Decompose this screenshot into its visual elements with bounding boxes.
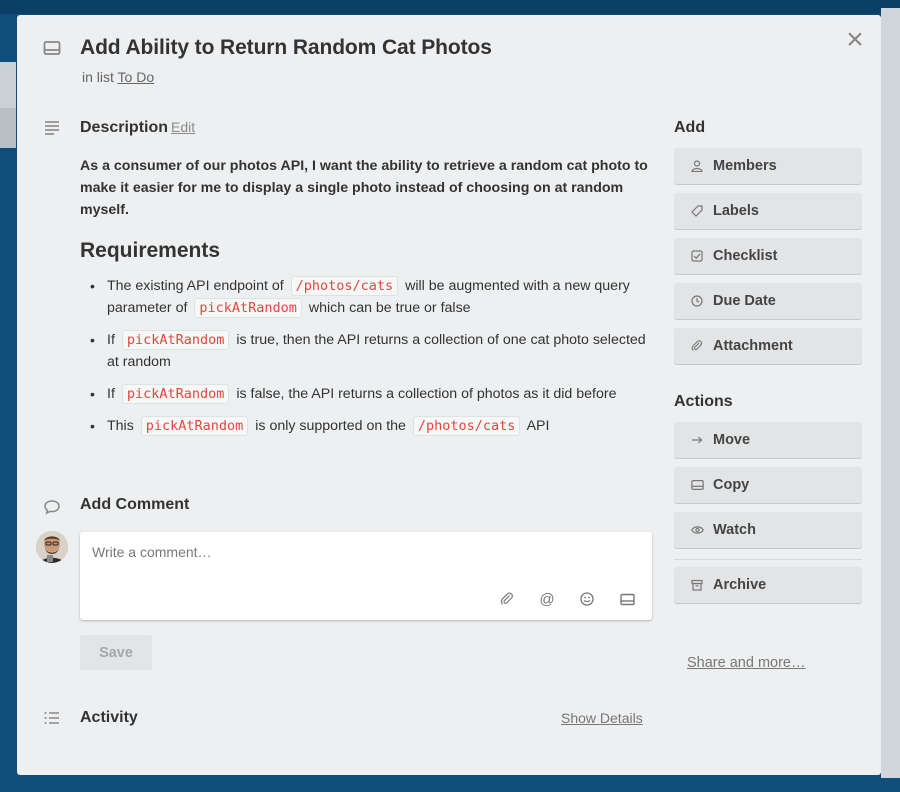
requirement-item: If pickAtRandom is true, then the API re… xyxy=(80,329,660,373)
card-detail-modal: × Add Ability to Return Random Cat Photo… xyxy=(17,15,881,775)
comment-box: @ xyxy=(80,532,652,620)
labels-label: Labels xyxy=(713,203,759,219)
req-text: which can be true or false xyxy=(308,300,471,316)
paperclip-icon[interactable] xyxy=(498,590,516,608)
card-title[interactable]: Add Ability to Return Random Cat Photos xyxy=(80,36,492,60)
comment-tools: @ xyxy=(498,590,636,608)
clock-icon xyxy=(690,294,704,308)
members-button[interactable]: Members xyxy=(674,148,862,184)
eye-icon xyxy=(690,523,704,537)
save-comment-button[interactable]: Save xyxy=(80,635,152,670)
move-button[interactable]: Move xyxy=(674,422,862,458)
add-heading: Add xyxy=(674,119,706,136)
sidebar-divider xyxy=(674,559,862,560)
share-and-more-link[interactable]: Share and more… xyxy=(687,655,805,671)
watch-label: Watch xyxy=(713,522,756,538)
activity-icon xyxy=(44,712,59,724)
req-text: API xyxy=(526,418,550,434)
req-text: This xyxy=(107,418,134,434)
description-icon xyxy=(45,121,59,135)
req-text: If xyxy=(107,386,115,402)
code-snippet: pickAtRandom xyxy=(121,330,230,350)
checkbox-icon xyxy=(690,249,704,263)
checklist-label: Checklist xyxy=(713,248,778,264)
card-icon xyxy=(690,478,704,492)
card-list-info: in list To Do xyxy=(82,69,154,85)
arrow-right-icon xyxy=(690,433,704,447)
requirements-list: The existing API endpoint of /photos/cat… xyxy=(80,275,660,447)
in-list-prefix: in list xyxy=(82,69,114,85)
archive-icon xyxy=(690,578,704,592)
card-icon xyxy=(43,41,61,55)
labels-button[interactable]: Labels xyxy=(674,193,862,229)
due-date-button[interactable]: Due Date xyxy=(674,283,862,319)
code-snippet: /photos/cats xyxy=(412,416,521,436)
attachment-label: Attachment xyxy=(713,338,793,354)
list-link[interactable]: To Do xyxy=(118,69,155,85)
archive-label: Archive xyxy=(713,577,767,593)
copy-button[interactable]: Copy xyxy=(674,467,862,503)
req-text: is only supported on the xyxy=(255,418,406,434)
code-snippet: pickAtRandom xyxy=(140,416,249,436)
due-date-label: Due Date xyxy=(713,293,776,309)
description-heading: Description Edit xyxy=(80,119,195,137)
comment-input[interactable] xyxy=(92,544,632,560)
board-header xyxy=(0,0,900,14)
requirement-item: This pickAtRandom is only supported on t… xyxy=(80,415,660,437)
person-icon xyxy=(690,159,704,173)
emoji-icon[interactable] xyxy=(578,590,596,608)
copy-label: Copy xyxy=(713,477,750,493)
actions-heading: Actions xyxy=(674,393,733,410)
req-text: The existing API endpoint of xyxy=(107,278,284,294)
description-heading-label: Description xyxy=(80,119,169,136)
requirement-item: The existing API endpoint of /photos/cat… xyxy=(80,275,660,319)
card-attach-icon[interactable] xyxy=(618,590,636,608)
watch-button[interactable]: Watch xyxy=(674,512,862,548)
code-snippet: pickAtRandom xyxy=(194,298,302,318)
attachment-button[interactable]: Attachment xyxy=(674,328,862,364)
members-label: Members xyxy=(713,158,777,174)
req-text: If xyxy=(107,332,115,348)
add-comment-heading: Add Comment xyxy=(80,496,190,513)
show-details-link[interactable]: Show Details xyxy=(561,710,643,726)
activity-heading: Activity xyxy=(80,709,138,726)
board-list-left-card xyxy=(0,108,16,148)
comment-icon xyxy=(44,500,60,515)
mention-icon[interactable]: @ xyxy=(538,590,556,608)
edit-description-link[interactable]: Edit xyxy=(171,119,195,135)
paperclip-icon xyxy=(690,339,704,353)
archive-button[interactable]: Archive xyxy=(674,567,862,603)
requirements-heading: Requirements xyxy=(80,239,221,262)
code-snippet: pickAtRandom xyxy=(121,384,230,404)
board-list-right xyxy=(881,8,900,778)
move-label: Move xyxy=(713,432,751,448)
close-icon[interactable]: × xyxy=(843,25,867,55)
avatar xyxy=(36,531,68,563)
avatar-image xyxy=(36,531,68,563)
checklist-button[interactable]: Checklist xyxy=(674,238,862,274)
code-snippet: /photos/cats xyxy=(290,276,399,296)
description-body: As a consumer of our photos API, I want … xyxy=(80,158,648,218)
requirement-item: If pickAtRandom is false, the API return… xyxy=(80,383,660,405)
req-text: is false, the API returns a collection o… xyxy=(236,386,617,402)
tag-icon xyxy=(690,204,704,218)
